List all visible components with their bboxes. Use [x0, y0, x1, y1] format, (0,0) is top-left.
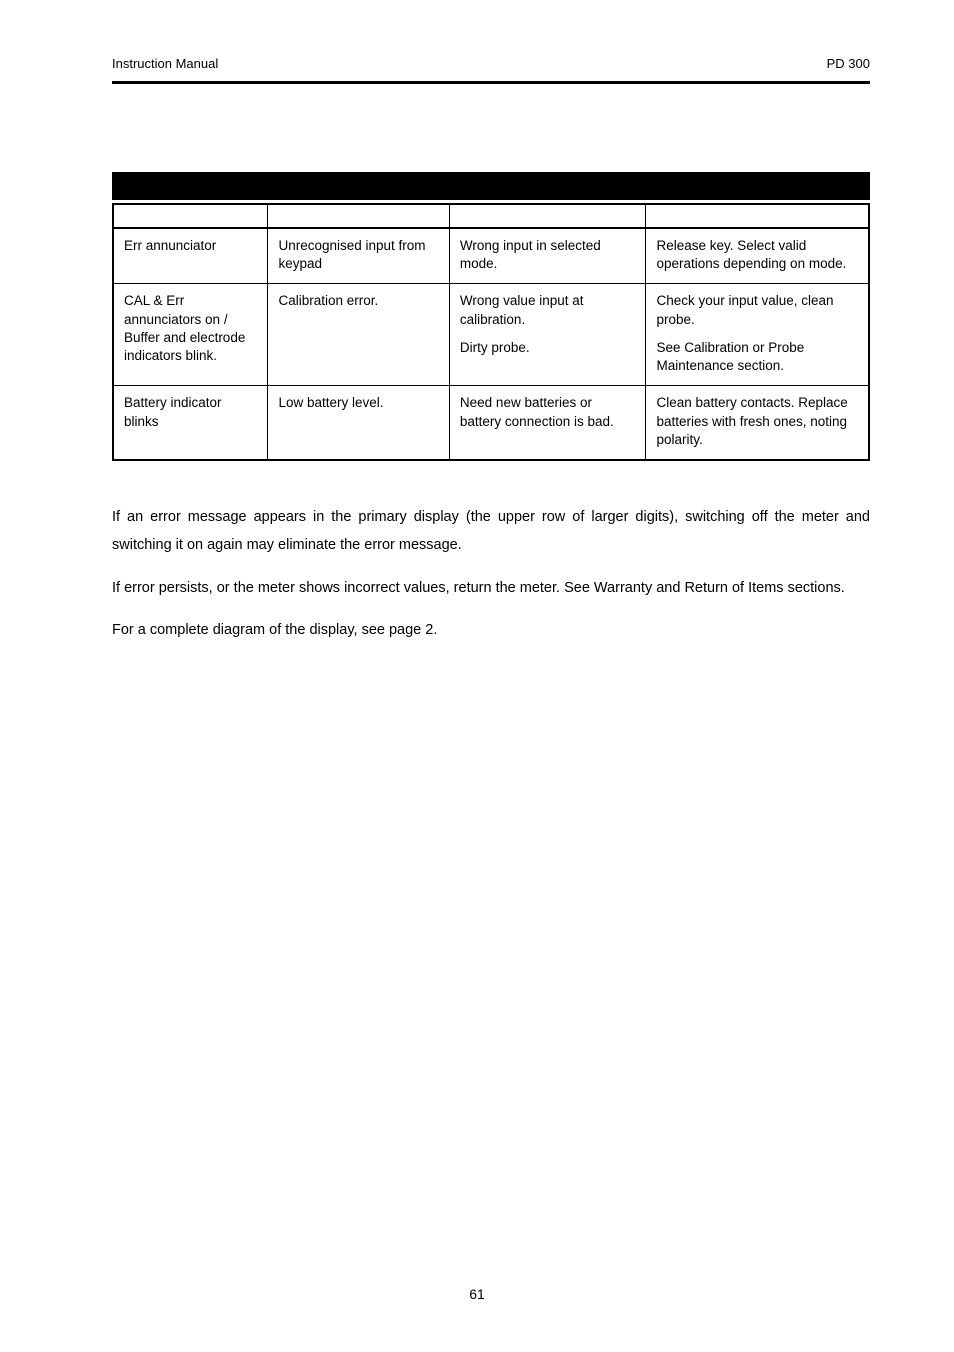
cell-cause: Low battery level.	[268, 386, 449, 460]
header-left: Instruction Manual	[112, 56, 218, 71]
page-number: 61	[469, 1286, 485, 1302]
table-header-row	[113, 204, 869, 228]
page-footer: 61	[0, 1286, 954, 1302]
cell-detail: Wrong input in selected mode.	[449, 228, 646, 284]
page-header: Instruction Manual PD 300	[112, 56, 870, 71]
cell-cause: Calibration error.	[268, 284, 449, 386]
cell-cause: Unrecognised input from keypad	[268, 228, 449, 284]
header-right: PD 300	[827, 56, 870, 71]
cell-symptom: Err annunciator	[113, 228, 268, 284]
paragraph: For a complete diagram of the display, s…	[112, 616, 870, 644]
header-divider	[112, 81, 870, 84]
table-row: Battery indicator blinks Low battery lev…	[113, 386, 869, 460]
table-row: CAL & Err annunciators on / Buffer and e…	[113, 284, 869, 386]
table-row: Err annunciator Unrecognised input from …	[113, 228, 869, 284]
paragraph: If an error message appears in the prima…	[112, 503, 870, 560]
cell-action: Clean battery contacts. Replace batterie…	[646, 386, 869, 460]
cell-symptom: Battery indicator blinks	[113, 386, 268, 460]
paragraph: If error persists, or the meter shows in…	[112, 574, 870, 602]
cell-symptom: CAL & Err annunciators on / Buffer and e…	[113, 284, 268, 386]
cell-action: Check your input value, clean probe.See …	[646, 284, 869, 386]
troubleshooting-table: Err annunciator Unrecognised input from …	[112, 203, 870, 461]
section-bar	[112, 172, 870, 200]
cell-detail: Wrong value input at calibration.Dirty p…	[449, 284, 646, 386]
cell-action: Release key. Select valid operations dep…	[646, 228, 869, 284]
cell-detail: Need new batteries or battery connection…	[449, 386, 646, 460]
